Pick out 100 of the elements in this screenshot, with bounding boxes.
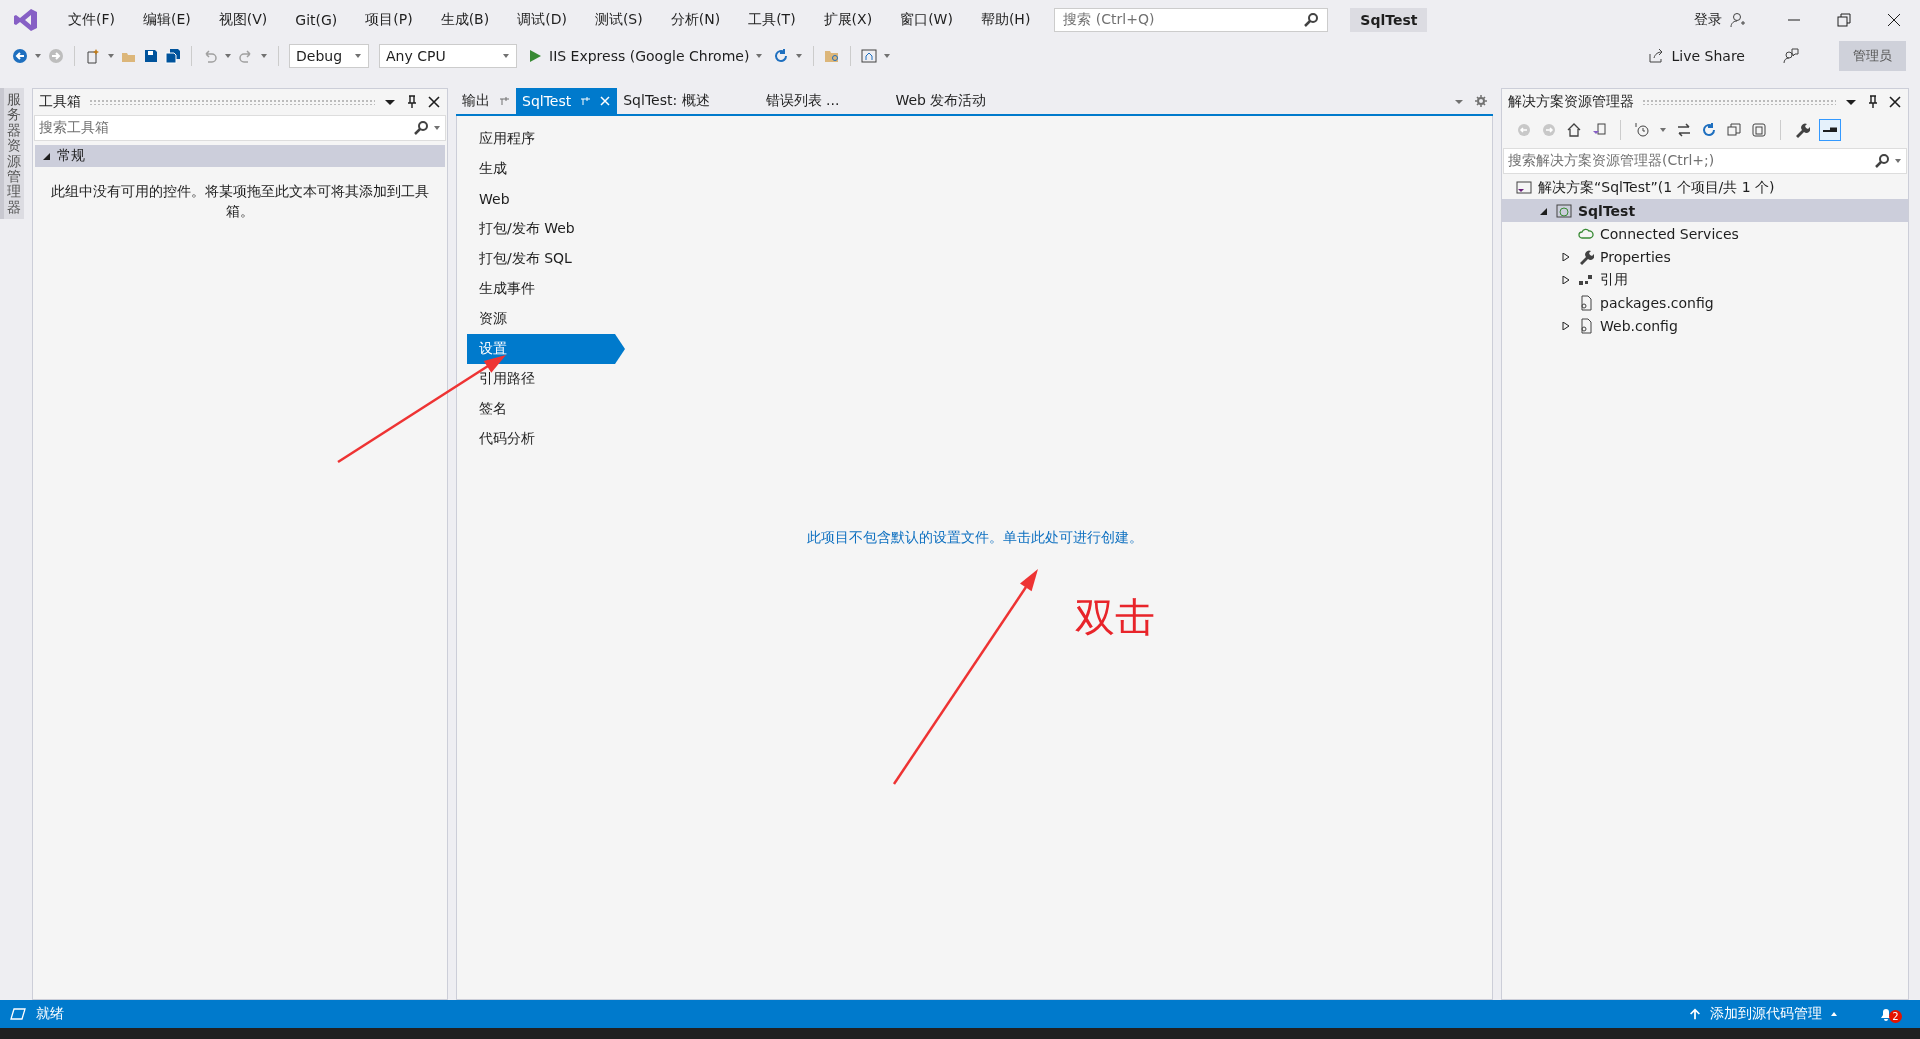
panel-title: 工具箱 xyxy=(39,93,81,111)
home-icon[interactable] xyxy=(1566,122,1582,138)
menu-item[interactable]: Git(G) xyxy=(281,12,352,28)
menu-item[interactable]: 生成(B) xyxy=(426,11,504,29)
document-tab[interactable]: 错误列表 ... xyxy=(759,88,890,114)
server-explorer-tab[interactable]: 服务器资源管理器 xyxy=(0,88,24,220)
platform-dropdown[interactable]: Any CPU xyxy=(379,44,517,68)
play-icon xyxy=(527,48,543,64)
preview-toggle[interactable] xyxy=(1819,119,1841,141)
caret-icon[interactable] xyxy=(883,52,892,60)
solution-view-icon[interactable] xyxy=(1591,122,1607,138)
collapse-all-icon[interactable] xyxy=(1726,122,1742,138)
save-all-icon[interactable] xyxy=(165,48,181,64)
tree-item[interactable]: Properties xyxy=(1502,245,1908,268)
document-tab[interactable]: 输出 xyxy=(456,88,516,114)
new-item-icon[interactable] xyxy=(85,48,101,64)
nav-item[interactable]: 代码分析 xyxy=(467,424,625,454)
create-settings-link[interactable]: 此项目不包含默认的设置文件。单击此处可进行创建。 xyxy=(806,528,1143,547)
copy-icon[interactable] xyxy=(1751,122,1767,138)
empty-message: 此组中没有可用的控件。将某项拖至此文本可将其添加到工具箱。 xyxy=(50,182,430,221)
nav-item[interactable]: 资源 xyxy=(467,304,625,334)
caret-icon xyxy=(1830,1010,1838,1018)
nav-item[interactable]: 签名 xyxy=(467,394,625,424)
document-tab[interactable]: Web 发布活动 xyxy=(889,88,1037,114)
toolbox-group-header[interactable]: 常规 xyxy=(35,145,445,167)
caret-icon xyxy=(1894,157,1902,165)
tree-item[interactable]: 引用 xyxy=(1502,268,1908,291)
config-file-icon xyxy=(1578,317,1594,334)
source-control-button[interactable]: 添加到源代码管理 xyxy=(1688,1005,1838,1023)
save-icon[interactable] xyxy=(143,48,159,64)
caret-icon[interactable] xyxy=(795,52,804,60)
menu-item[interactable]: 调试(D) xyxy=(503,11,581,29)
folder-search-icon[interactable] xyxy=(824,48,841,64)
history-icon[interactable] xyxy=(1634,122,1650,138)
document-tab[interactable]: SqlTest xyxy=(516,88,618,114)
caret-icon[interactable] xyxy=(107,52,115,60)
caret-icon[interactable] xyxy=(224,52,232,60)
configuration-dropdown[interactable]: Debug xyxy=(289,44,369,68)
run-button[interactable]: IIS Express (Google Chrome) xyxy=(523,48,768,64)
menu-item[interactable]: 帮助(H) xyxy=(966,11,1045,29)
tree-item[interactable]: Connected Services xyxy=(1502,222,1908,245)
caret-icon[interactable] xyxy=(260,52,268,60)
refresh-icon[interactable] xyxy=(773,48,790,64)
menu-item[interactable]: 编辑(E) xyxy=(129,11,205,29)
status-icon[interactable] xyxy=(10,1006,26,1022)
collapsed-arrow-icon[interactable] xyxy=(1562,321,1570,330)
nav-item[interactable]: 打包/发布 SQL xyxy=(467,244,625,274)
nav-item[interactable]: 生成 xyxy=(467,154,625,184)
add-user-icon[interactable] xyxy=(1730,12,1746,28)
nav-item[interactable]: 应用程序 xyxy=(467,124,625,154)
pin-icon[interactable] xyxy=(1866,95,1880,109)
close-icon[interactable] xyxy=(427,95,441,109)
back-icon[interactable] xyxy=(12,48,28,64)
search-icon[interactable] xyxy=(1303,12,1320,28)
sync-icon[interactable] xyxy=(1676,122,1692,138)
visual-studio-logo-icon[interactable] xyxy=(14,8,38,32)
nav-item[interactable]: 打包/发布 Web xyxy=(467,214,625,244)
menu-item[interactable]: 文件(F) xyxy=(54,11,129,29)
tree-item[interactable]: Web.config xyxy=(1502,314,1908,337)
nav-item[interactable]: 生成事件 xyxy=(467,274,625,304)
browser-icon[interactable] xyxy=(861,48,878,64)
tree-item[interactable]: SqlTest xyxy=(1502,199,1908,222)
live-share-button[interactable]: Live Share xyxy=(1641,48,1751,64)
refresh-icon[interactable] xyxy=(1701,122,1717,138)
close-icon[interactable] xyxy=(1886,12,1902,28)
search-field[interactable]: 搜索 (Ctrl+Q) xyxy=(1054,8,1329,32)
sign-in-link[interactable]: 登录 xyxy=(1694,11,1722,29)
expanded-arrow-icon[interactable] xyxy=(1540,206,1548,215)
solution-name-badge: SqlTest xyxy=(1350,8,1428,32)
collapsed-arrow-icon[interactable] xyxy=(1562,252,1570,261)
nav-item[interactable]: Web xyxy=(467,184,625,214)
solution-icon xyxy=(1516,179,1532,196)
pin-icon[interactable] xyxy=(405,95,419,109)
collapsed-arrow-icon[interactable] xyxy=(1562,275,1570,284)
pin-icon xyxy=(579,95,592,107)
pin-icon xyxy=(498,95,510,107)
nav-item[interactable]: 引用路径 xyxy=(467,364,625,394)
tree-item[interactable]: 解决方案“SqlTest”(1 个项目/共 1 个) xyxy=(1502,176,1908,199)
caret-icon[interactable] xyxy=(1659,126,1667,134)
tree-item[interactable]: packages.config xyxy=(1502,291,1908,314)
menu-item[interactable]: 测试(S) xyxy=(580,11,657,29)
menu-item[interactable]: 视图(V) xyxy=(204,11,282,29)
settings-icon[interactable] xyxy=(1475,95,1487,107)
feedback-icon[interactable] xyxy=(1783,48,1799,64)
panel-title: 解决方案资源管理器 xyxy=(1508,93,1634,111)
menu-item[interactable]: 工具(T) xyxy=(734,11,810,29)
up-arrow-icon xyxy=(1688,1007,1702,1021)
menu-item[interactable]: 分析(N) xyxy=(656,11,735,29)
share-icon xyxy=(1647,48,1664,64)
wrench-icon[interactable] xyxy=(1794,122,1810,138)
close-icon[interactable] xyxy=(1888,95,1902,109)
solution-search-field[interactable]: 搜索解决方案资源管理器(Ctrl+;) xyxy=(1503,148,1907,174)
caret-icon[interactable] xyxy=(34,52,42,60)
restore-icon[interactable] xyxy=(1836,12,1852,28)
admin-label: 管理员 xyxy=(1839,41,1906,71)
document-tab[interactable]: SqlTest: 概述 xyxy=(617,88,760,114)
menu-item[interactable]: 窗口(W) xyxy=(886,11,967,29)
menu-item[interactable]: 扩展(X) xyxy=(809,11,887,29)
toolbox-search-field[interactable]: 搜索工具箱 xyxy=(34,115,446,141)
menu-item[interactable]: 项目(P) xyxy=(351,11,427,29)
